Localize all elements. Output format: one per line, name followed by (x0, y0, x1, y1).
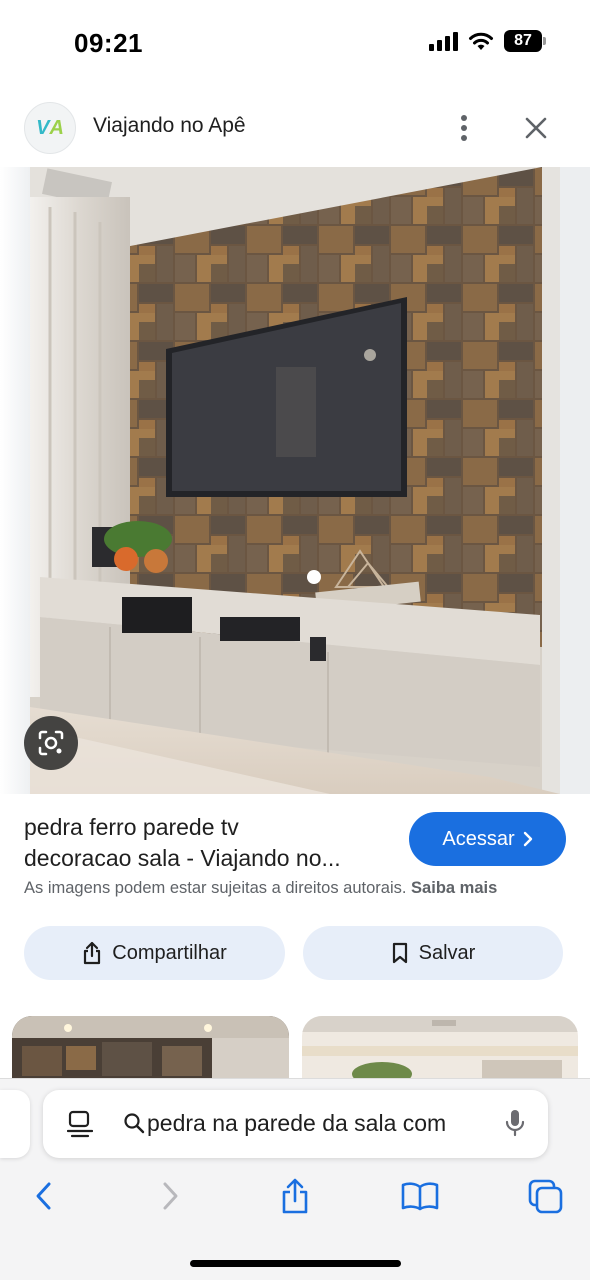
chevron-right-icon (163, 1182, 178, 1210)
result-title-line1: pedra ferro parede tv (24, 814, 239, 840)
result-title[interactable]: pedra ferro parede tv decoracao sala - V… (24, 812, 394, 874)
home-indicator[interactable] (190, 1260, 401, 1267)
forward-button[interactable] (146, 1172, 196, 1220)
cellular-signal-icon (429, 31, 458, 51)
wifi-icon (469, 32, 493, 50)
share-button-label: Compartilhar (112, 941, 227, 964)
bookmark-icon (392, 942, 407, 964)
address-bar[interactable]: pedra na parede da sala com (43, 1090, 548, 1158)
more-vertical-icon (461, 115, 467, 141)
image-side-right (560, 167, 590, 794)
search-icon (124, 1113, 145, 1134)
tabs-icon (528, 1179, 563, 1214)
living-room-photo (30, 167, 560, 794)
status-bar: 09:21 87 (0, 0, 590, 90)
lens-icon (38, 730, 64, 756)
copyright-text: As imagens podem estar sujeitas a direit… (24, 879, 407, 897)
status-icons: 87 (429, 30, 546, 52)
result-header: VA Viajando no Apê (0, 98, 590, 160)
close-icon (525, 117, 547, 139)
share-icon (282, 1178, 308, 1214)
book-icon (401, 1182, 439, 1211)
close-button[interactable] (516, 108, 556, 148)
previous-tab-preview[interactable] (0, 1090, 30, 1158)
battery-icon: 87 (504, 30, 546, 52)
site-name[interactable]: Viajando no Apê (93, 114, 246, 138)
back-button[interactable] (18, 1172, 68, 1220)
chevron-left-icon (36, 1182, 51, 1210)
save-button-label: Salvar (418, 941, 476, 964)
share-sheet-button[interactable] (270, 1172, 320, 1220)
lens-search-button[interactable] (24, 716, 78, 770)
bookmarks-button[interactable] (395, 1172, 445, 1220)
status-time: 09:21 (74, 28, 143, 58)
more-options-button[interactable] (448, 108, 480, 148)
page-menu-icon[interactable] (67, 1110, 93, 1138)
image-side-left (0, 167, 30, 794)
learn-more-link[interactable]: Saiba mais (411, 879, 497, 897)
share-button[interactable]: Compartilhar (24, 926, 285, 980)
visit-button-label: Acessar (442, 827, 515, 850)
address-text[interactable]: pedra na parede da sala com (147, 1110, 479, 1137)
chevron-right-icon (523, 831, 532, 847)
site-logo[interactable]: VA (24, 102, 76, 154)
result-title-line2: decoracao sala - Viajando no... (24, 845, 341, 871)
copyright-notice: As imagens podem estar sujeitas a direit… (24, 879, 497, 898)
share-icon (84, 941, 101, 965)
result-image[interactable] (30, 167, 560, 794)
save-button[interactable]: Salvar (303, 926, 563, 980)
tabs-button[interactable] (520, 1172, 570, 1220)
battery-level: 87 (514, 32, 532, 49)
microphone-icon[interactable] (505, 1108, 525, 1138)
visit-button[interactable]: Acessar (409, 812, 566, 866)
